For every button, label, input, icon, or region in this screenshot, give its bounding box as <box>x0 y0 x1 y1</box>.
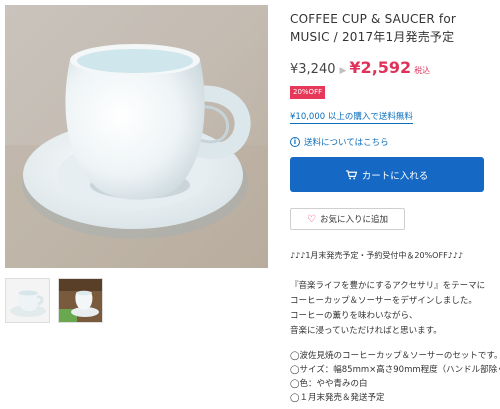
cart-icon <box>345 169 357 179</box>
thumbnail-list <box>5 278 103 323</box>
description-line: 音楽に浸っていただければと思います。 <box>290 326 442 336</box>
add-to-cart-label: カートに入れる <box>361 170 429 182</box>
add-to-favorites-button[interactable]: ♡ お気に入りに追加 <box>290 208 405 230</box>
thumbnail-1[interactable] <box>5 278 50 323</box>
spec-line: ◯色：やや青みの白 <box>290 379 368 389</box>
shipping-info-label: 送料についてはこちら <box>304 138 389 148</box>
original-price: ¥3,240 <box>290 62 336 77</box>
description-line: コーヒーの薫りを味わいながら、 <box>290 311 418 321</box>
description-line: 『音楽ライフを豊かにするアクセサリ』をテーマに <box>290 281 486 291</box>
product-description: 『音楽ライフを豊かにするアクセサリ』をテーマに コーヒーカップ＆ソーサーをデザイ… <box>290 279 485 339</box>
product-main-image <box>5 5 268 268</box>
heart-icon: ♡ <box>307 213 316 225</box>
tax-label: 税込 <box>414 66 431 75</box>
thumbnail-2[interactable] <box>58 278 103 323</box>
shipping-info-link[interactable]: i 送料についてはこちら <box>290 136 389 148</box>
product-title: COFFEE CUP & SAUCER for MUSIC / 2017年1月発… <box>290 12 457 44</box>
preorder-notice: ♪♪♪1月末発売予定・予約受付中＆20%OFF♪♪♪ <box>290 251 464 260</box>
free-shipping-link[interactable]: ¥10,000 以上の購入で送料無料 <box>290 110 413 124</box>
discount-badge: 20%OFF <box>290 86 326 99</box>
spec-line: ◯波佐見焼のコーヒーカップ＆ソーサーのセットです。 <box>290 351 500 361</box>
product-specs: ◯波佐見焼のコーヒーカップ＆ソーサーのセットです。 ◯サイズ：幅85mm×高さ9… <box>290 349 500 405</box>
add-to-favorites-label: お気に入りに追加 <box>319 215 388 225</box>
sale-price: ¥2,592 <box>349 58 412 77</box>
description-line: コーヒーカップ＆ソーサーをデザインしました。 <box>290 296 477 306</box>
price-row: ¥3,240 ▶ ¥2,592 税込 <box>290 58 430 77</box>
arrow-icon: ▶ <box>339 66 347 76</box>
spec-line: ◯１月末発売＆発送予定 <box>290 393 385 403</box>
spec-line: ◯サイズ：幅85mm×高さ90mm程度（ハンドル部除く） <box>290 365 500 375</box>
info-icon: i <box>290 137 300 147</box>
add-to-cart-button[interactable]: カートに入れる <box>290 157 484 192</box>
